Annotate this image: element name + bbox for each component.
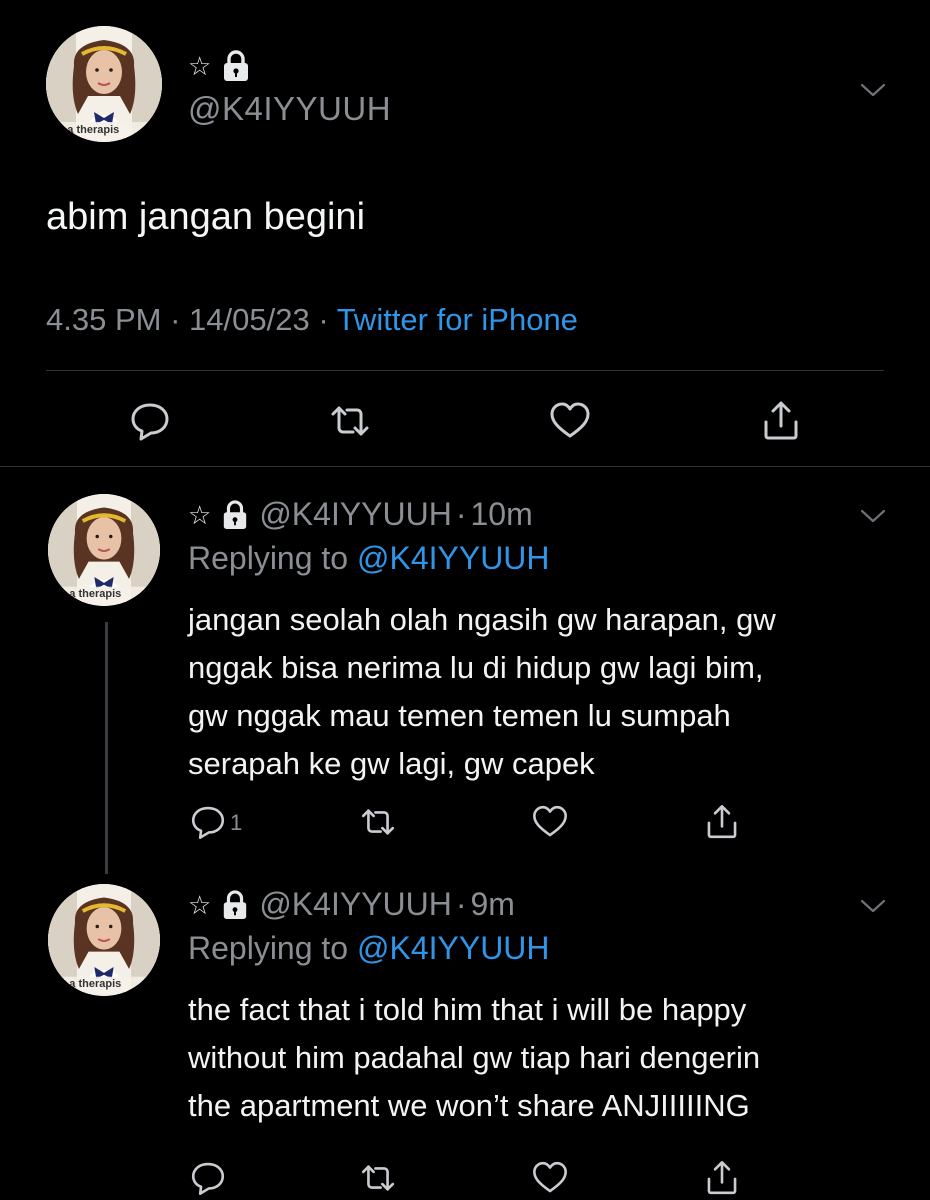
tweet-source-link[interactable]: Twitter for iPhone — [337, 302, 578, 337]
share-icon[interactable] — [758, 398, 804, 444]
mention-link[interactable]: @K4IYYUUH — [357, 930, 550, 966]
user-handle[interactable]: @K4IYYUUH — [259, 496, 452, 533]
reply-header: ☆ @K4IYYUUH · 9m — [188, 886, 515, 923]
divider — [0, 466, 930, 467]
lock-icon — [221, 500, 249, 530]
profile-badges: ☆ — [188, 50, 251, 82]
tweet-age: 10m — [470, 496, 533, 532]
reply-count: 1 — [230, 810, 243, 835]
reply-header: ☆ @K4IYYUUH · 10m — [188, 496, 533, 533]
star-badge-icon: ☆ — [188, 889, 212, 920]
avatar[interactable]: ee a therapis — [48, 884, 160, 996]
tweet-text: the fact that i told him that i will be … — [188, 986, 888, 1130]
like-icon[interactable] — [547, 398, 593, 444]
replying-to: Replying to @K4IYYUUH — [188, 930, 550, 967]
tweet-line: the apartment we won’t share ANJIIIIING — [188, 1088, 750, 1123]
tweet-text: jangan seolah olah ngasih gw harapan, gw… — [188, 596, 888, 788]
chevron-down-icon[interactable] — [860, 82, 886, 98]
replying-to: Replying to @K4IYYUUH — [188, 540, 550, 577]
meta-separator: · — [455, 886, 467, 922]
meta-separator: · — [170, 302, 190, 337]
tweet-text: abim jangan begini — [46, 196, 366, 238]
lock-icon — [221, 890, 249, 920]
reply-icon[interactable] — [188, 1158, 228, 1198]
reply-icon[interactable] — [127, 398, 173, 444]
mention-link[interactable]: @K4IYYUUH — [357, 540, 550, 576]
chevron-down-icon[interactable] — [860, 898, 886, 914]
replying-label: Replying to — [188, 540, 349, 576]
reply-icon[interactable] — [188, 802, 228, 842]
avatar-caption: ee a therapis — [54, 978, 122, 990]
replying-label: Replying to — [188, 930, 349, 966]
lock-icon — [221, 50, 251, 82]
tweet-line: jangan seolah olah ngasih gw harapan, gw — [188, 602, 776, 637]
user-handle[interactable]: @K4IYYUUH — [188, 90, 391, 128]
meta-separator: · — [455, 496, 467, 532]
divider — [46, 370, 884, 371]
reply-tweet[interactable]: ee a therapis ☆ @K4IYYUUH · 9m Replying to… — [0, 884, 930, 1200]
tweet-line: gw nggak mau temen temen lu sumpah — [188, 698, 731, 733]
tweet-line: nggak bisa nerima lu di hidup gw lagi bi… — [188, 650, 764, 685]
avatar-caption: ee a therapis — [54, 588, 122, 600]
like-icon[interactable] — [530, 1158, 570, 1198]
chevron-down-icon[interactable] — [860, 508, 886, 524]
reply-tweet[interactable]: ee a therapis ☆ @K4IYYUUH · 10m Replying t… — [0, 494, 930, 854]
avatar[interactable]: ee a therapis — [48, 494, 160, 606]
retweet-icon[interactable] — [358, 802, 398, 842]
avatar[interactable]: ee a therapis — [46, 26, 162, 142]
tweet-line: without him padahal gw tiap hari dengeri… — [188, 1040, 761, 1075]
retweet-icon[interactable] — [327, 398, 373, 444]
retweet-icon[interactable] — [358, 1158, 398, 1198]
avatar-caption: ee a therapis — [52, 124, 120, 136]
tweet-line: the fact that i told him that i will be … — [188, 992, 747, 1027]
tweet-date: 14/05/23 — [189, 302, 310, 337]
like-icon[interactable] — [530, 802, 570, 842]
share-icon[interactable] — [702, 802, 742, 842]
star-badge-icon: ☆ — [188, 51, 212, 81]
tweet-age: 9m — [470, 886, 515, 922]
share-icon[interactable] — [702, 1158, 742, 1198]
star-badge-icon: ☆ — [188, 499, 212, 530]
tweet-time: 4.35 PM — [46, 302, 162, 337]
user-handle[interactable]: @K4IYYUUH — [259, 886, 452, 923]
main-tweet: ee a therapis ☆ @K4IYYUUH abim jangan be… — [0, 0, 930, 468]
meta-separator: · — [318, 302, 337, 337]
tweet-line: serapah ke gw lagi, gw capek — [188, 746, 595, 781]
tweet-meta: 4.35 PM · 14/05/23 · Twitter for iPhone — [46, 302, 578, 338]
